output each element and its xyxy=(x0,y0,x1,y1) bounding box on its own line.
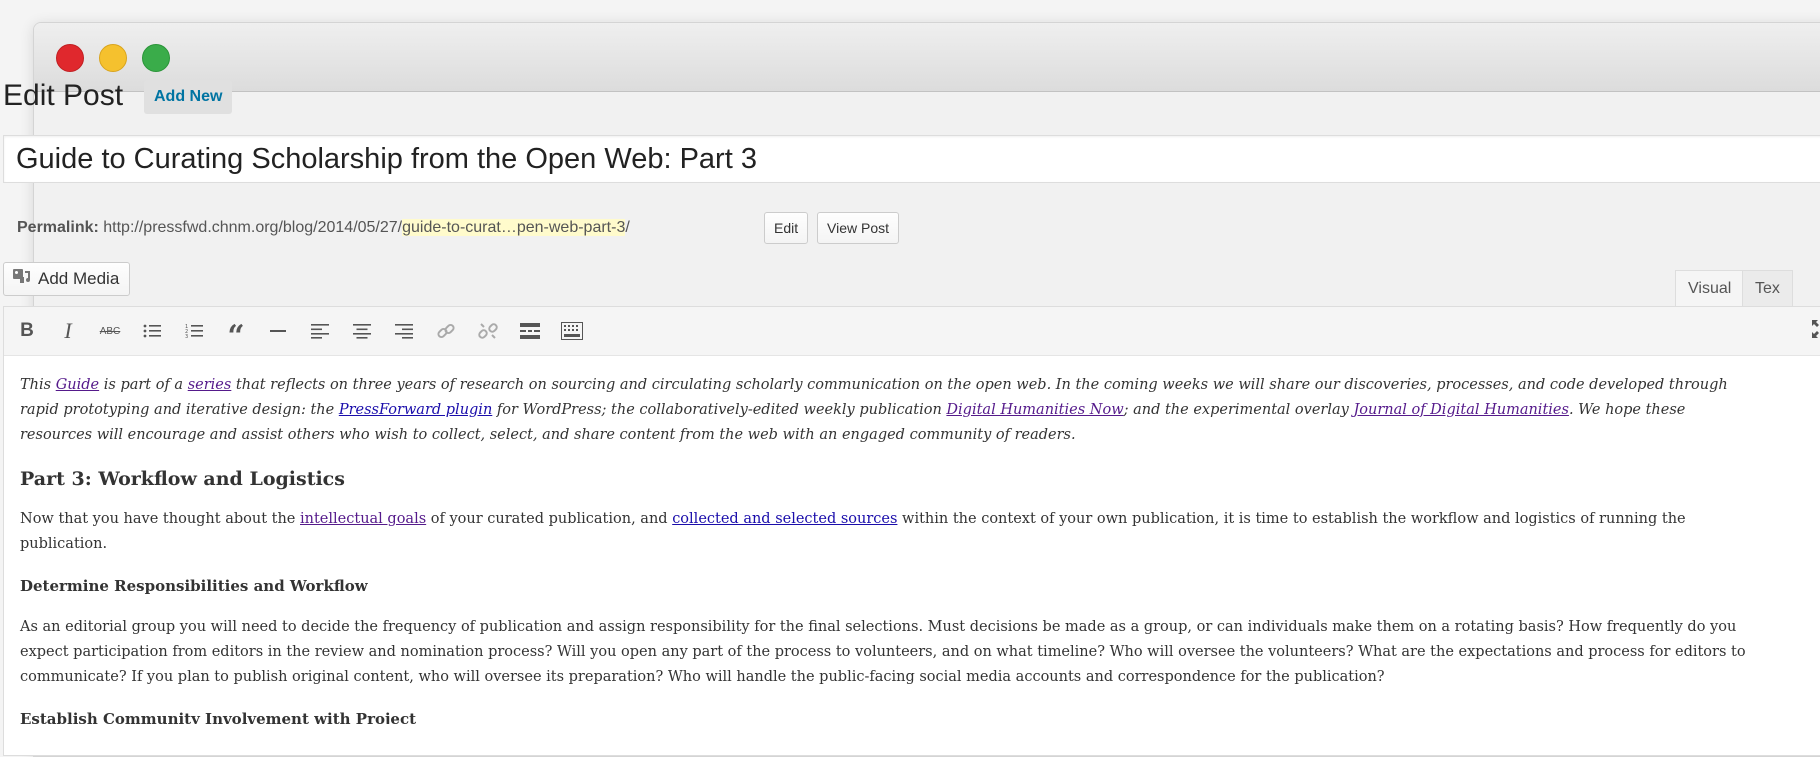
permalink-slug[interactable]: guide-to-curat…pen-web-part-3 xyxy=(402,219,626,236)
fullscreen-icon xyxy=(1812,320,1819,338)
editor-toolbar: B I ABC 123 “ xyxy=(4,307,1820,356)
post-content[interactable]: This Guide is part of a series that refl… xyxy=(20,373,1770,724)
community-subheading: Establish Community Involvement with Pro… xyxy=(20,710,417,724)
bold-button[interactable]: B xyxy=(13,317,41,345)
kitchen-sink-icon xyxy=(561,322,583,340)
pressforward-plugin-link[interactable]: PressForward plugin xyxy=(339,402,492,418)
zoom-window-button[interactable] xyxy=(142,44,170,72)
hr-icon xyxy=(270,330,286,332)
blockquote-button[interactable]: “ xyxy=(222,317,250,354)
numbered-list-button[interactable]: 123 xyxy=(180,317,208,345)
add-media-label: Add Media xyxy=(38,269,120,288)
view-post-button[interactable]: View Post xyxy=(817,212,899,244)
intro-paragraph: This Guide is part of a series that refl… xyxy=(20,373,1740,448)
align-right-icon xyxy=(395,324,413,339)
permalink-trailing-slash: / xyxy=(625,219,630,236)
svg-text:3: 3 xyxy=(185,334,188,339)
intro-text: is part of a xyxy=(99,377,188,393)
numbered-list-icon: 123 xyxy=(185,324,203,339)
bullet-list-icon xyxy=(143,324,161,338)
strikethrough-button[interactable]: ABC xyxy=(96,317,124,345)
toolbar-toggle-button[interactable] xyxy=(558,317,586,345)
align-center-button[interactable] xyxy=(348,317,376,345)
collected-sources-link[interactable]: collected and selected sources xyxy=(672,511,897,527)
horizontal-line-button[interactable] xyxy=(264,317,292,345)
add-media-button[interactable]: Add Media xyxy=(3,262,131,296)
post-editor[interactable]: B I ABC 123 “ This Guide is part of a se… xyxy=(3,306,1820,756)
close-window-button[interactable] xyxy=(56,44,84,72)
guide-link[interactable]: Guide xyxy=(56,377,99,393)
permalink: Permalink: http://pressfwd.chnm.org/blog… xyxy=(17,219,630,237)
link-icon xyxy=(437,323,455,339)
tab-text[interactable]: Tex xyxy=(1742,270,1793,306)
series-link[interactable]: series xyxy=(188,377,232,393)
align-center-icon xyxy=(353,324,371,339)
unlink-icon xyxy=(478,323,498,339)
align-left-button[interactable] xyxy=(306,317,334,345)
intro-text: This xyxy=(20,377,56,393)
bullet-list-button[interactable] xyxy=(138,317,166,345)
insert-link-button[interactable] xyxy=(432,317,460,345)
digital-humanities-now-link[interactable]: Digital Humanities Now xyxy=(946,402,1123,418)
italic-button[interactable]: I xyxy=(54,317,82,345)
intro-text: for WordPress; the collaboratively-edite… xyxy=(492,402,947,418)
post-title-input[interactable]: Guide to Curating Scholarship from the O… xyxy=(3,135,1820,183)
paragraph-text: of your curated publication, and xyxy=(426,511,673,527)
align-right-button[interactable] xyxy=(390,317,418,345)
page-title: Edit Post xyxy=(3,79,124,112)
intro-text: ; and the experimental overlay xyxy=(1123,402,1354,418)
journal-of-digital-humanities-link[interactable]: Journal of Digital Humanities xyxy=(1353,402,1569,418)
read-more-icon xyxy=(520,323,540,339)
permalink-base-url: http://pressfwd.chnm.org/blog/2014/05/27… xyxy=(103,219,403,236)
part-heading: Part 3: Workflow and Logistics xyxy=(20,468,345,490)
window-titlebar xyxy=(34,23,1820,92)
permalink-label: Permalink: xyxy=(17,219,99,236)
responsibilities-subheading: Determine Responsibilities and Workflow xyxy=(20,577,368,595)
read-more-button[interactable] xyxy=(516,317,544,345)
fullscreen-button[interactable] xyxy=(1811,319,1820,344)
add-media-icon xyxy=(12,264,32,296)
align-left-icon xyxy=(311,324,329,339)
paragraph-text: Now that you have thought about the xyxy=(20,511,300,527)
responsibilities-paragraph: As an editorial group you will need to d… xyxy=(20,619,1746,685)
intellectual-goals-link[interactable]: intellectual goals xyxy=(300,511,426,527)
workflow-intro-paragraph: Now that you have thought about the inte… xyxy=(20,507,1770,557)
edit-permalink-button[interactable]: Edit xyxy=(764,212,809,244)
minimize-window-button[interactable] xyxy=(99,44,127,72)
remove-link-button[interactable] xyxy=(474,317,502,345)
tab-visual[interactable]: Visual xyxy=(1675,270,1745,306)
add-new-button[interactable]: Add New xyxy=(144,80,233,114)
